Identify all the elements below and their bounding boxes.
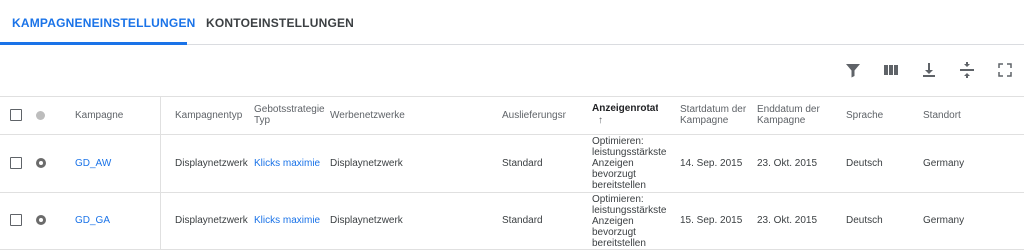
- sticky-column-divider: [160, 96, 161, 250]
- tab-account-settings[interactable]: KONTOEINSTELLUNGEN: [206, 16, 354, 30]
- columns-icon[interactable]: [881, 60, 901, 80]
- campaign-status-icon[interactable]: [36, 215, 46, 225]
- filter-icon[interactable]: [843, 60, 863, 80]
- status-column-icon: [36, 111, 45, 120]
- campaign-type: Displaynetzwerk: [175, 215, 248, 226]
- download-icon[interactable]: [919, 60, 939, 80]
- header-bottom-border: [0, 134, 1024, 135]
- start-date: 15. Sep. 2015: [680, 215, 743, 226]
- bid-strategy-link[interactable]: Klicks maximieren: [254, 215, 320, 226]
- table-top-border: [0, 96, 1024, 97]
- campaign-type: Displaynetzwerk: [175, 158, 248, 169]
- language: Deutsch: [846, 158, 883, 169]
- header-networks[interactable]: Werbenetzwerke: [330, 110, 405, 121]
- tab-bar: KAMPAGNENEINSTELLUNGEN KONTOEINSTELLUNGE…: [0, 0, 1024, 45]
- header-language[interactable]: Sprache: [846, 110, 883, 121]
- ad-rotation: Optimieren: leistungsstärkste Anzeigen b…: [592, 136, 667, 191]
- tab-campaign-settings[interactable]: KAMPAGNENEINSTELLUNGEN: [12, 16, 196, 30]
- header-campaign-type[interactable]: Kampagnentyp: [175, 110, 242, 121]
- row-checkbox[interactable]: [10, 157, 22, 169]
- networks: Displaynetzwerk: [330, 158, 403, 169]
- header-campaign[interactable]: Kampagne: [75, 110, 123, 121]
- select-all-checkbox[interactable]: [10, 109, 22, 121]
- delivery-method: Standard: [502, 215, 543, 226]
- row-divider: [0, 192, 1024, 193]
- networks: Displaynetzwerk: [330, 215, 403, 226]
- header-location[interactable]: Standort: [923, 110, 961, 121]
- fullscreen-icon[interactable]: [995, 60, 1015, 80]
- language: Deutsch: [846, 215, 883, 226]
- header-bid-strategy-type[interactable]: Gebotsstrategie Typ: [254, 104, 325, 126]
- delivery-method: Standard: [502, 158, 543, 169]
- end-date: 23. Okt. 2015: [757, 158, 818, 169]
- header-delivery-method[interactable]: Auslieferungsmethode: [502, 110, 566, 121]
- end-date: 23. Okt. 2015: [757, 215, 818, 226]
- header-ad-rotation[interactable]: Anzeigenrotation: [592, 103, 658, 114]
- location: Germany: [923, 215, 965, 226]
- active-tab-indicator: [0, 42, 187, 45]
- start-date: 14. Sep. 2015: [680, 158, 743, 169]
- ad-rotation: Optimieren: leistungsstärkste Anzeigen b…: [592, 194, 667, 249]
- campaign-name-link[interactable]: GD_GA: [75, 215, 110, 226]
- header-start-date[interactable]: Startdatum der Kampagne: [680, 104, 750, 126]
- row-checkbox[interactable]: [10, 214, 22, 226]
- compact-icon[interactable]: [957, 60, 977, 80]
- header-end-date[interactable]: Enddatum der Kampagne: [757, 104, 827, 126]
- campaign-name-link[interactable]: GD_AW: [75, 158, 111, 169]
- bid-strategy-link[interactable]: Klicks maximieren: [254, 158, 320, 169]
- campaign-status-icon[interactable]: [36, 158, 46, 168]
- location: Germany: [923, 158, 965, 169]
- sort-arrow-up-icon[interactable]: ↑: [598, 115, 603, 126]
